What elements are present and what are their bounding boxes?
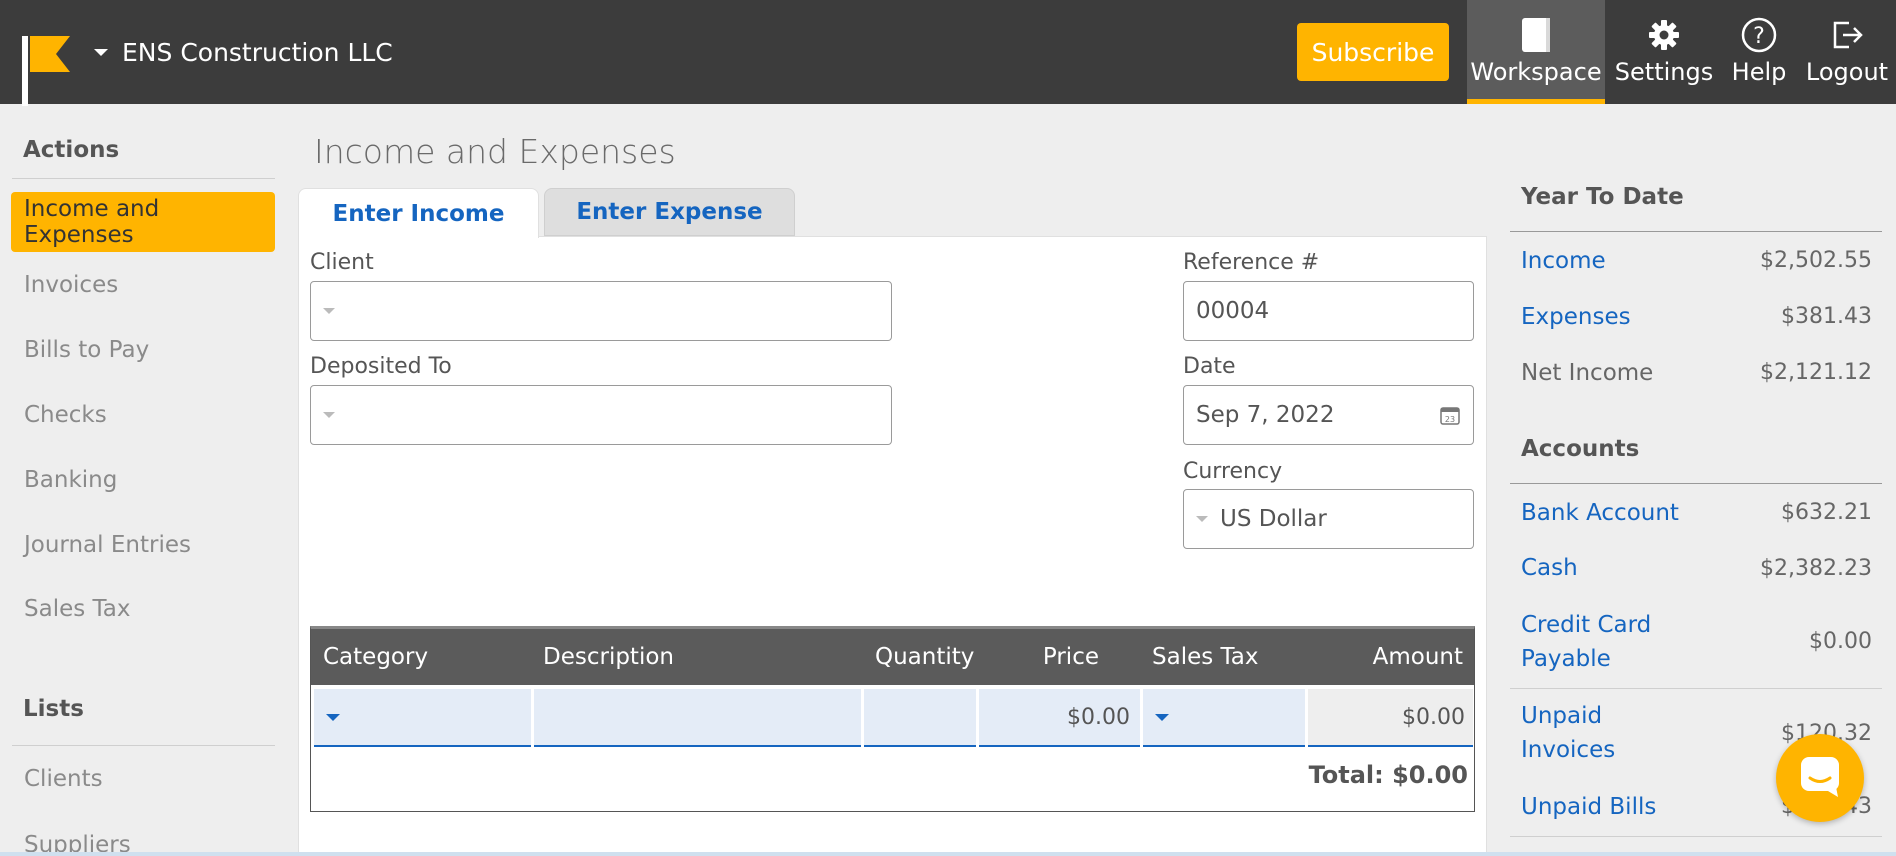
date-label: Date: [1183, 354, 1236, 379]
currency-label: Currency: [1183, 459, 1283, 484]
nav-logout-label: Logout: [1805, 58, 1889, 86]
nav-settings-label: Settings: [1614, 58, 1714, 86]
svg-text:23: 23: [1445, 415, 1455, 424]
nav-help[interactable]: ? Help: [1724, 0, 1794, 104]
date-input[interactable]: Sep 7, 2022 23: [1183, 385, 1474, 445]
divider: [1510, 483, 1882, 484]
lists-heading: Lists: [23, 696, 84, 722]
nav-workspace[interactable]: Workspace: [1467, 0, 1605, 104]
account-cash-link[interactable]: Cash: [1521, 551, 1578, 585]
category-select[interactable]: [314, 689, 531, 747]
year-to-date-heading: Year To Date: [1521, 184, 1684, 210]
nav-workspace-label: Workspace: [1470, 58, 1602, 86]
client-select[interactable]: [310, 281, 892, 341]
bottom-edge: [0, 852, 1896, 856]
description-input[interactable]: [534, 689, 861, 747]
ytd-expenses-link[interactable]: Expenses: [1521, 300, 1631, 334]
account-bank-account-value: $632.21: [1781, 500, 1872, 525]
account-cash-value: $2,382.23: [1760, 556, 1872, 581]
svg-text:?: ?: [1753, 24, 1765, 49]
tab-enter-income[interactable]: Enter Income: [298, 188, 539, 238]
notebook-icon: [1520, 14, 1552, 56]
sidebar-item-clients[interactable]: Clients: [24, 766, 103, 792]
divider: [12, 745, 275, 746]
sidebar-item-invoices[interactable]: Invoices: [24, 272, 118, 298]
column-header-quantity: Quantity: [875, 644, 975, 670]
top-bar: ENS Construction LLC Subscribe Workspace: [0, 0, 1896, 106]
sidebar-item-bills-to-pay[interactable]: Bills to Pay: [24, 337, 149, 363]
tab-enter-expense[interactable]: Enter Expense: [544, 188, 795, 236]
account-bank-account-link[interactable]: Bank Account: [1521, 496, 1679, 530]
nav-logout[interactable]: Logout: [1802, 0, 1892, 104]
reference-input[interactable]: 00004: [1183, 281, 1474, 341]
ytd-net-income-label: Net Income: [1521, 360, 1654, 386]
date-value: Sep 7, 2022: [1196, 402, 1335, 428]
divider: [12, 178, 275, 179]
column-header-sales-tax: Sales Tax: [1152, 644, 1259, 670]
dropdown-arrow-icon: [1196, 516, 1208, 522]
ytd-income-link[interactable]: Income: [1521, 244, 1606, 278]
table-header: Category Description Quantity Price Sale…: [311, 629, 1474, 685]
account-unpaid-invoices-link[interactable]: Unpaid Invoices: [1521, 699, 1661, 767]
reference-label: Reference #: [1183, 250, 1320, 275]
amount-value: $0.00: [1308, 689, 1473, 747]
currency-value: US Dollar: [1220, 506, 1327, 532]
deposited-to-select[interactable]: [310, 385, 892, 445]
sidebar-item-sales-tax[interactable]: Sales Tax: [24, 596, 130, 622]
sidebar-item-income-and-expenses[interactable]: Income and Expenses: [11, 192, 275, 252]
nav-help-label: Help: [1731, 58, 1787, 86]
logout-icon: [1829, 14, 1865, 56]
sidebar-item-banking[interactable]: Banking: [24, 467, 117, 493]
sales-tax-select[interactable]: [1143, 689, 1305, 747]
sidebar-item-journal-entries[interactable]: Journal Entries: [24, 532, 191, 558]
nav-settings[interactable]: Settings: [1612, 0, 1716, 104]
divider: [1510, 688, 1882, 689]
caret-down-icon: [94, 48, 108, 56]
question-circle-icon: ?: [1741, 14, 1777, 56]
column-header-amount: Amount: [1372, 644, 1463, 670]
deposited-to-label: Deposited To: [310, 354, 452, 379]
ytd-expenses-value: $381.43: [1781, 304, 1872, 329]
ytd-income-value: $2,502.55: [1760, 248, 1872, 273]
price-input[interactable]: $0.00: [979, 689, 1140, 747]
divider: [1510, 836, 1882, 837]
chat-launcher-button[interactable]: [1776, 734, 1864, 822]
total-amount: Total: $0.00: [1308, 761, 1468, 789]
sidebar-item-checks[interactable]: Checks: [24, 402, 107, 428]
column-header-description: Description: [543, 644, 674, 670]
flag-logo-icon[interactable]: [22, 36, 72, 106]
gear-icon: [1648, 14, 1680, 56]
account-credit-card-payable-link[interactable]: Credit Card Payable: [1521, 608, 1661, 676]
dropdown-arrow-icon: [323, 308, 335, 314]
caret-down-icon: [1155, 713, 1169, 721]
calendar-icon[interactable]: 23: [1439, 404, 1461, 432]
company-switcher[interactable]: ENS Construction LLC: [94, 34, 393, 70]
dropdown-arrow-icon: [323, 412, 335, 418]
column-header-category: Category: [323, 644, 429, 670]
line-items-table: Category Description Quantity Price Sale…: [310, 626, 1475, 812]
currency-select[interactable]: US Dollar: [1183, 489, 1474, 549]
divider: [1510, 231, 1882, 232]
page-title: Income and Expenses: [314, 132, 676, 171]
accounts-heading: Accounts: [1521, 436, 1640, 462]
quantity-input[interactable]: [864, 689, 976, 747]
account-unpaid-bills-link[interactable]: Unpaid Bills: [1521, 790, 1656, 824]
caret-down-icon: [326, 713, 340, 721]
sidebar: Actions Income and Expenses Invoices Bil…: [0, 104, 286, 856]
actions-heading: Actions: [23, 137, 120, 163]
client-label: Client: [310, 250, 374, 275]
chat-icon: [1798, 754, 1842, 802]
ytd-net-income-value: $2,121.12: [1760, 360, 1872, 385]
column-header-price: Price: [1042, 644, 1099, 670]
company-name: ENS Construction LLC: [122, 37, 393, 67]
subscribe-button[interactable]: Subscribe: [1297, 23, 1449, 81]
account-credit-card-payable-value: $0.00: [1809, 629, 1872, 654]
